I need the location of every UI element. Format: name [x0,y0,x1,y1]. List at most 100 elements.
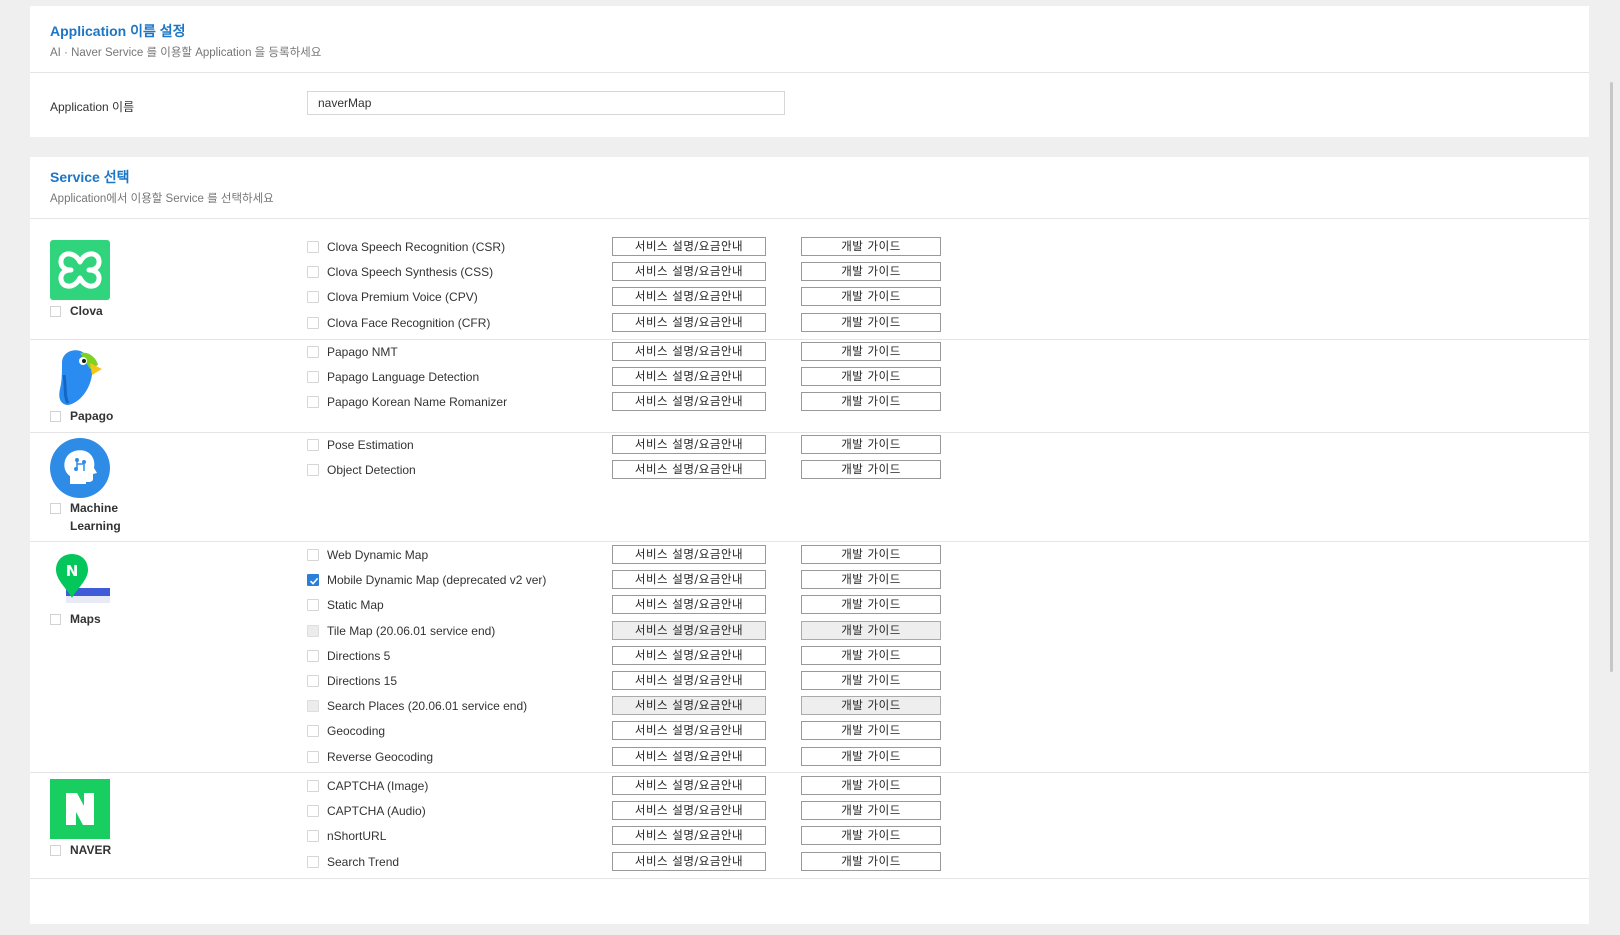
service-name: Directions 5 [327,648,391,663]
service-checkbox[interactable] [307,830,319,843]
dev-guide-button[interactable]: 개발 가이드 [801,312,941,332]
dev-guide-button[interactable]: 개발 가이드 [801,570,941,590]
service-name: Search Trend [327,854,400,869]
dev-guide-button[interactable]: 개발 가이드 [801,671,941,690]
service-row: Geocoding 서비스 설명/요금안내 개발 가이드 [30,719,1589,744]
service-info-pricing-button[interactable]: 서비스 설명/요금안내 [612,342,766,361]
service-name: Directions 15 [327,674,398,688]
service-info-pricing-button[interactable]: 서비스 설명/요금안내 [612,460,766,480]
service-info-pricing-button[interactable]: 서비스 설명/요금안내 [612,570,766,590]
service-info-pricing-button[interactable]: 서비스 설명/요금안내 [612,287,766,307]
service-info-pricing-button[interactable]: 서비스 설명/요금안내 [612,671,766,690]
service-checkbox[interactable] [307,241,319,253]
service-name: Object Detection [327,463,416,478]
service-info-pricing-button[interactable]: 서비스 설명/요금안내 [612,620,766,640]
dev-guide-button[interactable]: 개발 가이드 [801,801,941,821]
divider [30,878,1589,879]
service-info-pricing-button[interactable]: 서비스 설명/요금안내 [612,801,766,821]
dev-guide-button[interactable]: 개발 가이드 [801,460,941,480]
service-info-pricing-button[interactable]: 서비스 설명/요금안내 [612,237,766,256]
dev-guide-button[interactable]: 개발 가이드 [801,826,941,846]
service-checkbox[interactable] [307,805,319,818]
service-row: Pose Estimation 서비스 설명/요금안내 개발 가이드 [30,433,1589,458]
service-checkbox[interactable] [307,855,319,868]
checkmark-icon [309,578,319,585]
service-info-pricing-button[interactable]: 서비스 설명/요금안내 [612,851,766,871]
service-info-pricing-button[interactable]: 서비스 설명/요금안내 [612,826,766,846]
dev-guide-button[interactable]: 개발 가이드 [801,721,941,741]
dev-guide-button[interactable]: 개발 가이드 [801,262,941,282]
service-info-pricing-button[interactable]: 서비스 설명/요금안내 [612,392,766,412]
service-section-title: Service 선택 [50,169,130,185]
service-row: Web Dynamic Map 서비스 설명/요금안내 개발 가이드 [30,543,1589,568]
service-checkbox[interactable] [307,574,319,587]
service-checkbox[interactable] [307,371,319,384]
service-info-pricing-button[interactable]: 서비스 설명/요금안내 [612,435,766,454]
service-checkbox[interactable] [307,675,319,687]
service-checkbox[interactable] [307,599,319,612]
service-checkbox[interactable] [307,649,319,662]
dev-guide-button[interactable]: 개발 가이드 [801,237,941,256]
service-row: Papago NMT 서비스 설명/요금안내 개발 가이드 [30,340,1589,365]
service-name: Web Dynamic Map [327,548,429,562]
service-info-pricing-button[interactable]: 서비스 설명/요금안내 [612,721,766,741]
service-selection-panel: Service 선택 Application에서 이용할 Service 를 선… [30,157,1589,924]
dev-guide-button[interactable]: 개발 가이드 [801,696,941,716]
service-checkbox[interactable] [307,464,319,477]
service-row: Directions 5 서비스 설명/요금안내 개발 가이드 [30,644,1589,669]
service-info-pricing-button[interactable]: 서비스 설명/요금안내 [612,367,766,387]
dev-guide-button[interactable]: 개발 가이드 [801,392,941,412]
dev-guide-button[interactable]: 개발 가이드 [801,595,941,615]
service-row: Reverse Geocoding 서비스 설명/요금안내 개발 가이드 [30,745,1589,770]
service-row: Search Trend 서비스 설명/요금안내 개발 가이드 [30,850,1589,875]
service-checkbox[interactable] [307,725,319,738]
service-row: Clova Face Recognition (CFR) 서비스 설명/요금안내 개… [30,311,1589,336]
service-info-pricing-button[interactable]: 서비스 설명/요금안내 [612,746,766,766]
service-info-pricing-button[interactable]: 서비스 설명/요금안내 [612,312,766,332]
service-checkbox[interactable] [307,780,319,792]
dev-guide-button[interactable]: 개발 가이드 [801,645,941,665]
service-row: Static Map 서비스 설명/요금안내 개발 가이드 [30,593,1589,618]
service-row: Papago Korean Name Romanizer 서비스 설명/요금안내 개… [30,390,1589,415]
dev-guide-button[interactable]: 개발 가이드 [801,367,941,387]
dev-guide-button[interactable]: 개발 가이드 [801,620,941,640]
service-checkbox[interactable] [307,316,319,329]
service-info-pricing-button[interactable]: 서비스 설명/요금안내 [612,645,766,665]
service-info-pricing-button[interactable]: 서비스 설명/요금안내 [612,696,766,716]
service-row: Tile Map (20.06.01 service end) 서비스 설명/요금… [30,619,1589,644]
service-row: Search Places (20.06.01 service end) 서비스 … [30,694,1589,719]
service-name: CAPTCHA (Image) [327,779,429,793]
service-row: nShortURL 서비스 설명/요금안내 개발 가이드 [30,824,1589,849]
dev-guide-button[interactable]: 개발 가이드 [801,545,941,564]
dev-guide-button[interactable]: 개발 가이드 [801,435,941,454]
service-checkbox [307,700,319,713]
service-checkbox[interactable] [307,549,319,561]
application-name-input[interactable] [307,91,785,115]
service-checkbox[interactable] [307,439,319,451]
application-name-label: Application 이름 [50,100,135,114]
service-checkbox[interactable] [307,396,319,409]
service-name: Reverse Geocoding [327,749,434,764]
service-checkbox [307,624,319,637]
service-checkbox[interactable] [307,750,319,763]
service-checkbox[interactable] [307,291,319,304]
service-name: Clova Speech Synthesis (CSS) [327,265,494,280]
dev-guide-button[interactable]: 개발 가이드 [801,776,941,795]
dev-guide-button[interactable]: 개발 가이드 [801,851,941,871]
dev-guide-button[interactable]: 개발 가이드 [801,342,941,361]
service-info-pricing-button[interactable]: 서비스 설명/요금안내 [612,262,766,282]
service-info-pricing-button[interactable]: 서비스 설명/요금안내 [612,595,766,615]
service-name: Clova Premium Voice (CPV) [327,290,478,305]
service-name: Papago Language Detection [327,370,480,385]
service-name: Clova Speech Recognition (CSR) [327,240,506,254]
service-section-subtitle: Application에서 이용할 Service 를 선택하세요 [50,193,274,205]
service-info-pricing-button[interactable]: 서비스 설명/요금안내 [612,545,766,564]
service-checkbox[interactable] [307,346,319,358]
service-checkbox[interactable] [307,266,319,279]
divider [30,72,1589,73]
dev-guide-button[interactable]: 개발 가이드 [801,746,941,766]
machine-learning-group-checkbox[interactable] [50,503,61,514]
dev-guide-button[interactable]: 개발 가이드 [801,287,941,307]
vertical-scrollbar[interactable] [1610,82,1613,672]
service-info-pricing-button[interactable]: 서비스 설명/요금안내 [612,776,766,795]
